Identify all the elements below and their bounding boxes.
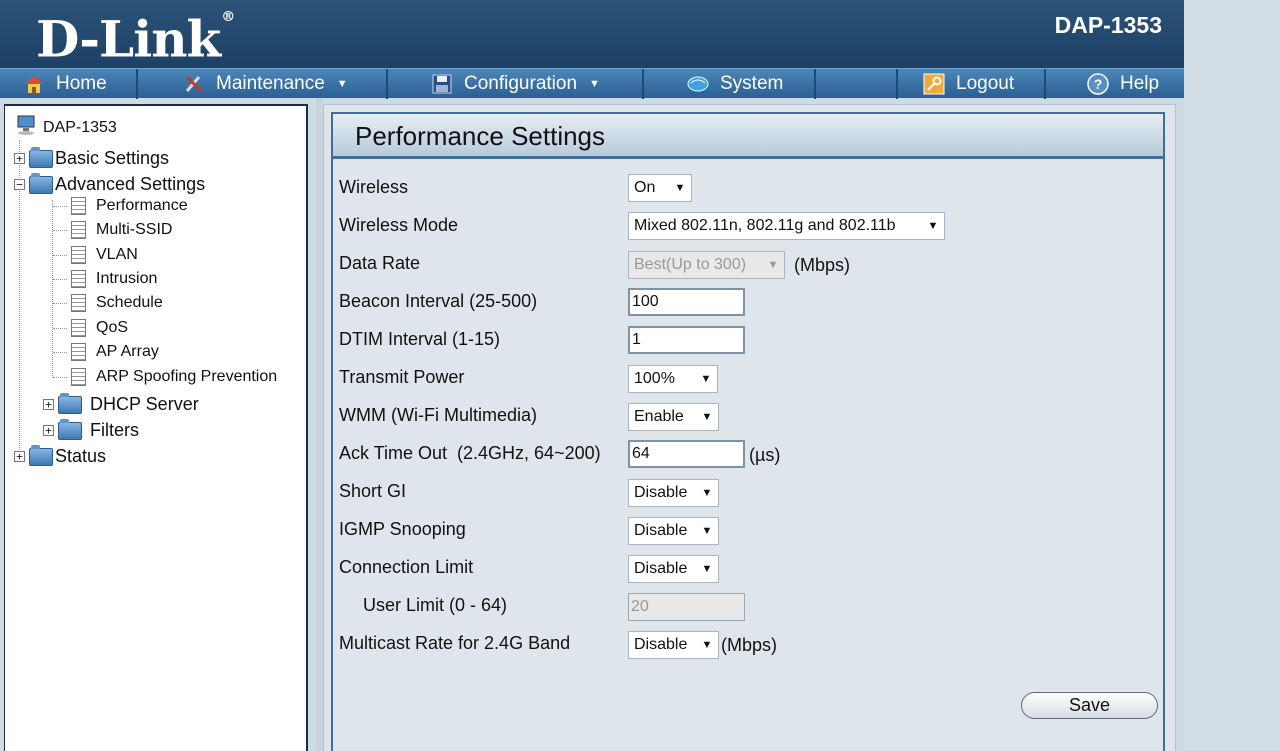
data-rate-select: Best(Up to 300) ▼ [628,251,785,279]
computer-icon [15,114,37,141]
connection-limit-select[interactable]: Disable ▼ [628,555,719,583]
tools-icon [182,72,206,96]
navigation-tree: DAP-1353 + Basic Settings − Advanced Set… [4,104,308,751]
tree-status[interactable]: + Status [14,444,106,467]
connection-limit-label: Connection Limit [339,557,474,577]
wmm-label: WMM (Wi-Fi Multimedia) [339,405,537,425]
chevron-down-icon: ▼ [927,220,939,232]
data-rate-unit: (Mbps) [794,255,851,275]
tree-advanced-settings[interactable]: − Advanced Settings [14,172,205,195]
tree-item-qos[interactable]: QoS [53,319,128,337]
chevron-down-icon: ▼ [700,373,712,385]
folder-icon [29,444,53,466]
pane-divider[interactable] [316,98,323,751]
disk-icon [430,72,454,96]
transmit-power-select[interactable]: 100% ▼ [628,365,718,393]
menu-home[interactable]: Home [0,69,138,99]
menu-logout[interactable]: Logout [898,69,1046,99]
page-icon [71,246,86,264]
right-background [1184,0,1280,751]
top-menu-bar: Home Maintenance ▼ Configuration ▼ Syste… [0,68,1184,99]
chevron-down-icon: ▼ [336,78,348,90]
chevron-down-icon: ▼ [701,487,713,499]
collapse-icon[interactable]: − [14,179,25,190]
chevron-down-icon: ▼ [701,525,713,537]
page-icon [71,197,86,215]
tree-item-multi-ssid[interactable]: Multi-SSID [53,221,172,239]
chevron-down-icon: ▼ [767,259,779,271]
wireless-mode-select[interactable]: Mixed 802.11n, 802.11g and 802.11b ▼ [628,212,945,240]
page-icon [71,368,86,386]
chevron-down-icon: ▼ [674,182,686,194]
tree-dhcp-server[interactable]: + DHCP Server [43,392,199,415]
tree-filters[interactable]: + Filters [43,418,139,441]
tree-item-ap-array[interactable]: AP Array [53,343,159,361]
key-icon [922,72,946,96]
tree-item-schedule[interactable]: Schedule [53,294,163,312]
expand-icon[interactable]: + [14,153,25,164]
beacon-interval-label: Beacon Interval (25-500) [339,291,538,311]
user-limit-label: User Limit (0 - 64) [363,595,508,615]
chevron-down-icon: ▼ [701,639,713,651]
short-gi-label: Short GI [339,481,407,501]
menu-system[interactable]: System [644,69,816,99]
chevron-down-icon: ▼ [589,78,600,90]
page-icon [71,319,86,337]
wireless-mode-label: Wireless Mode [339,215,459,235]
tree-item-vlan[interactable]: VLAN [53,246,138,264]
help-icon: ? [1086,72,1110,96]
igmp-snooping-select[interactable]: Disable ▼ [628,517,719,545]
tree-root[interactable]: DAP-1353 [15,114,117,141]
device-model: DAP-1353 [1054,12,1162,38]
ack-timeout-label: Ack Time Out (2.4GHz, 64~200) [339,443,601,463]
home-icon [22,72,46,96]
menu-help[interactable]: ? Help [1046,69,1184,99]
transmit-power-label: Transmit Power [339,367,465,387]
tree-item-performance[interactable]: Performance [53,197,188,215]
igmp-snooping-label: IGMP Snooping [339,519,466,539]
dtim-interval-label: DTIM Interval (1-15) [339,329,501,349]
menu-maintenance[interactable]: Maintenance ▼ [138,69,388,99]
svg-text:?: ? [1094,76,1103,92]
wireless-select[interactable]: On ▼ [628,174,692,202]
folder-icon [58,418,82,440]
tree-item-intrusion[interactable]: Intrusion [53,270,157,288]
chevron-down-icon: ▼ [701,411,713,423]
page-icon [71,343,86,361]
multicast-rate-select[interactable]: Disable ▼ [628,631,719,659]
chevron-down-icon: ▼ [701,563,713,575]
beacon-interval-input[interactable]: 100 [628,288,745,316]
expand-icon[interactable]: + [14,451,25,462]
expand-icon[interactable]: + [43,399,54,410]
data-rate-label: Data Rate [339,253,421,273]
header-banner: D-Link® DAP-1353 [0,0,1184,69]
tree-basic-settings[interactable]: + Basic Settings [14,146,169,169]
folder-icon [58,392,82,414]
ack-timeout-input[interactable]: 64 [628,440,745,468]
multicast-rate-unit: (Mbps) [721,635,778,655]
page-icon [71,270,86,288]
save-button[interactable]: Save [1021,692,1158,719]
multicast-rate-label: Multicast Rate for 2.4G Band [339,633,571,653]
menu-configuration[interactable]: Configuration ▼ [388,69,644,99]
folder-open-icon [29,172,53,194]
menu-spacer [816,69,898,99]
globe-icon [686,72,710,96]
ack-timeout-unit: (µs) [749,445,781,465]
tree-item-arp-spoofing-prevention[interactable]: ARP Spoofing Prevention [53,368,277,386]
folder-icon [29,146,53,168]
page-icon [71,294,86,312]
short-gi-select[interactable]: Disable ▼ [628,479,719,507]
page-icon [71,221,86,239]
user-limit-input: 20 [628,593,745,621]
dlink-logo: D-Link® [36,9,235,69]
wireless-label: Wireless [339,177,409,197]
wmm-select[interactable]: Enable ▼ [628,403,719,431]
expand-icon[interactable]: + [43,425,54,436]
page-title: Performance Settings [333,114,1163,159]
dtim-interval-input[interactable]: 1 [628,326,745,354]
